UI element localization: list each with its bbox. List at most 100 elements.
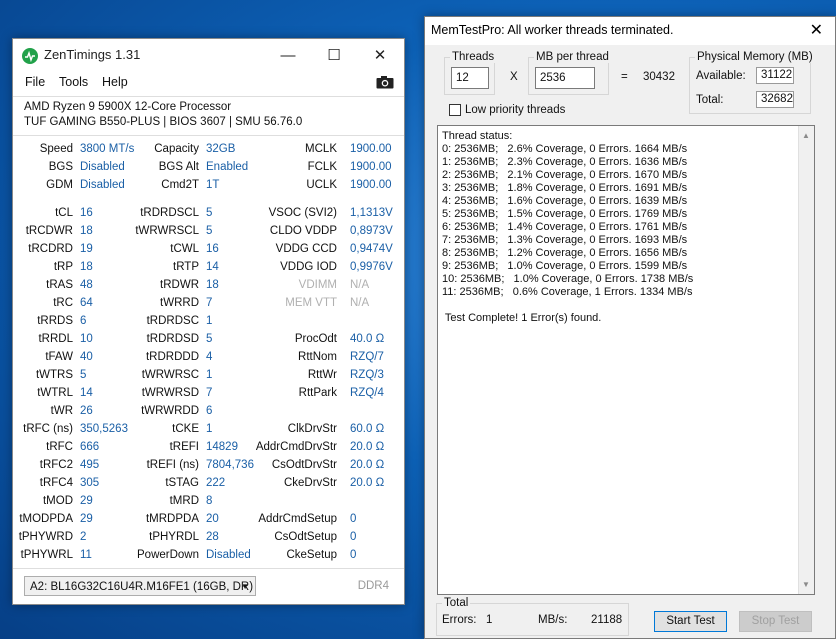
timing-value: 0,8973V (350, 225, 393, 237)
window-title: ZenTimings 1.31 (44, 47, 141, 62)
scroll-up-icon[interactable]: ▲ (802, 129, 810, 142)
timing-label: CkeDrvStr (283, 477, 337, 489)
timing-value: 14 (80, 387, 93, 399)
status-line: 1: 2536MB; 2.3% Coverage, 0 Errors. 1636… (442, 156, 688, 168)
timing-value: 20.0 Ω (350, 459, 385, 471)
total-group-label: Total (442, 597, 471, 609)
timing-value: 1 (206, 315, 213, 327)
timing-label: tRDWR (160, 279, 199, 291)
timing-value: 40 (80, 351, 93, 363)
timing-value: 16 (80, 207, 93, 219)
timing-label: AddrCmdSetup (258, 513, 337, 525)
timing-label: tRC (53, 297, 73, 309)
timing-value: Disabled (206, 549, 251, 561)
threads-label: Threads (450, 51, 497, 63)
status-line: 10: 2536MB; 1.0% Coverage, 0 Errors. 173… (442, 273, 694, 285)
cpu-name: AMD Ryzen 9 5900X 12-Core Processor (24, 101, 232, 113)
timing-label: tWRWRSD (141, 387, 199, 399)
timing-value: 3800 MT/s (80, 143, 135, 155)
timing-label: tPHYRDL (149, 531, 199, 543)
timing-label: tRCDWR (25, 225, 73, 237)
menu-tools[interactable]: Tools (59, 75, 88, 89)
thread-status-textarea[interactable]: Thread status: 0: 2536MB; 2.6% Coverage, … (437, 125, 815, 595)
timing-value: RZQ/4 (350, 387, 384, 399)
timing-label: tSTAG (165, 477, 199, 489)
window-title: MemTestPro: All worker threads terminate… (431, 23, 674, 37)
status-line: Test Complete! 1 Error(s) found. (442, 312, 602, 324)
mb-per-thread-label: MB per thread (534, 51, 611, 63)
timing-value: 16 (206, 243, 219, 255)
menu-bar: File Tools Help (13, 72, 404, 94)
available-label: Available: (696, 70, 746, 82)
low-priority-checkbox[interactable] (449, 104, 461, 116)
errors-value: 1 (486, 614, 493, 626)
scroll-down-icon[interactable]: ▼ (802, 578, 810, 591)
timing-value: 7 (206, 297, 213, 309)
close-button[interactable]: ✕ (810, 20, 823, 40)
zentimings-titlebar[interactable]: ZenTimings 1.31 — ☐ ✕ (13, 39, 404, 71)
vertical-scrollbar[interactable]: ▲ ▼ (798, 126, 814, 594)
threads-input[interactable]: 12 (451, 67, 489, 89)
timing-value: 5 (206, 207, 213, 219)
timing-value: 1900.00 (350, 179, 392, 191)
timing-value: 18 (206, 279, 219, 291)
timing-value: 29 (80, 495, 93, 507)
memory-module-select[interactable]: A2: BL16G32C16U4R.M16FE1 (16GB, DR) ▼ (24, 576, 256, 596)
timing-value: RZQ/3 (350, 369, 384, 381)
timing-value: 14829 (206, 441, 238, 453)
timing-label: tRRDS (37, 315, 73, 327)
timing-value: 7 (206, 387, 213, 399)
available-value: 31122 (756, 67, 794, 84)
timing-label: tRTP (173, 261, 199, 273)
screenshot-camera-icon[interactable] (376, 75, 394, 89)
total-value: 32682 (756, 91, 794, 108)
timing-label: tREFI (169, 441, 199, 453)
timing-label: tWRWRDD (141, 405, 199, 417)
mb-per-thread-input[interactable]: 2536 (535, 67, 595, 89)
maximize-button[interactable]: ☐ (311, 39, 357, 71)
timing-label: Capacity (154, 143, 199, 155)
timing-label: BGS Alt (158, 161, 199, 173)
status-line: Thread status: (442, 130, 513, 142)
timing-value: 8 (206, 495, 213, 507)
start-test-button[interactable]: Start Test (654, 611, 727, 632)
timing-label: MEM VTT (285, 297, 337, 309)
timing-value: 5 (206, 333, 213, 345)
timing-value: 64 (80, 297, 93, 309)
stop-test-button[interactable]: Stop Test (739, 611, 812, 632)
timing-label: tWRWRSCL (135, 225, 199, 237)
divider (13, 568, 404, 569)
menu-file[interactable]: File (25, 75, 45, 89)
timing-value: 20.0 Ω (350, 441, 385, 453)
timing-value: Disabled (80, 161, 125, 173)
timing-value: 18 (80, 261, 93, 273)
status-line: 5: 2536MB; 1.5% Coverage, 0 Errors. 1769… (442, 208, 688, 220)
physical-memory-label: Physical Memory (MB) (695, 51, 815, 63)
timing-label: tRFC4 (39, 477, 73, 489)
timing-value: 666 (80, 441, 100, 453)
timing-value: 1900.00 (350, 143, 392, 155)
module-select-value: A2: BL16G32C16U4R.M16FE1 (16GB, DR) (30, 581, 254, 593)
timing-label: tRDRDSCL (140, 207, 199, 219)
minimize-button[interactable]: — (265, 39, 311, 71)
status-line: 11: 2536MB; 0.6% Coverage, 1 Errors. 133… (442, 286, 693, 298)
timing-value: 20.0 Ω (350, 477, 385, 489)
status-line (442, 299, 693, 312)
timing-label: VDDG IOD (280, 261, 337, 273)
timing-value: 0 (350, 549, 357, 561)
timing-label: tRAS (46, 279, 73, 291)
close-button[interactable]: ✕ (357, 39, 403, 71)
memtest-titlebar[interactable]: MemTestPro: All worker threads terminate… (425, 17, 835, 45)
timing-label: tRDRDSD (146, 333, 199, 345)
menu-help[interactable]: Help (102, 75, 128, 89)
ddr-type: DDR4 (357, 580, 389, 592)
timing-label: tWTRS (35, 369, 73, 381)
low-priority-label[interactable]: Low priority threads (465, 104, 565, 116)
timing-label: tCL (55, 207, 73, 219)
timing-label: tMRD (169, 495, 199, 507)
timing-label: RttWr (307, 369, 337, 381)
timing-label: tMOD (42, 495, 73, 507)
status-line: 4: 2536MB; 1.6% Coverage, 0 Errors. 1639… (442, 195, 688, 207)
timing-label: tMODPDA (19, 513, 73, 525)
timing-value: 28 (206, 531, 219, 543)
